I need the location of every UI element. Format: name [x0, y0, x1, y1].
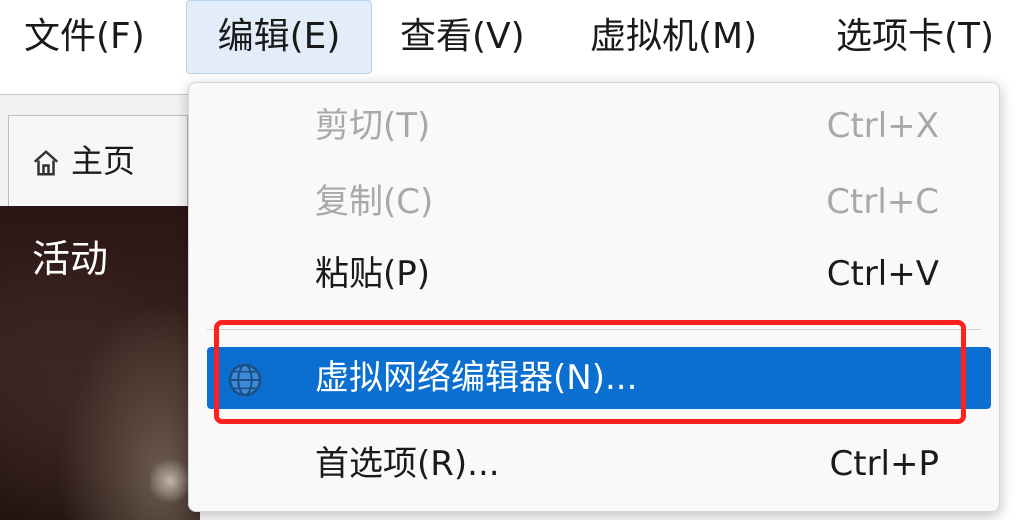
tab-home-label: 主页	[71, 142, 136, 180]
cut-label: 剪切(T)	[315, 106, 431, 146]
activity-label: 活动	[32, 237, 109, 281]
menu-tabs[interactable]: 选项卡(T)	[836, 0, 994, 74]
tab-strip: 主页	[0, 94, 200, 207]
copy-label: 复制(C)	[315, 182, 434, 222]
menu-bar: 文件(F) 编辑(E) 查看(V) 虚拟机(M) 选项卡(T)	[0, 0, 1024, 80]
copy-shortcut: Ctrl+C	[826, 182, 939, 222]
preferences-shortcut: Ctrl+P	[829, 444, 940, 484]
menu-item-preferences[interactable]: 首选项(R)... Ctrl+P	[189, 429, 999, 499]
menu-item-paste[interactable]: 粘贴(P) Ctrl+V	[189, 239, 999, 309]
paste-shortcut: Ctrl+V	[826, 254, 939, 294]
edit-menu-dropdown: 剪切(T) Ctrl+X 复制(C) Ctrl+C 粘贴(P) Ctrl+V 虚…	[188, 82, 1000, 512]
background-decoration	[150, 456, 190, 506]
left-panel: 主页 活动	[0, 80, 200, 520]
menu-file[interactable]: 文件(F)	[24, 0, 145, 74]
menu-item-cut[interactable]: 剪切(T) Ctrl+X	[189, 91, 999, 161]
menu-view[interactable]: 查看(V)	[400, 0, 525, 74]
menu-item-copy[interactable]: 复制(C) Ctrl+C	[189, 167, 999, 237]
home-icon	[33, 150, 59, 176]
menu-edit[interactable]: 编辑(E)	[186, 0, 372, 74]
activity-background: 活动	[0, 206, 200, 520]
cut-shortcut: Ctrl+X	[826, 106, 939, 146]
paste-label: 粘贴(P)	[315, 254, 431, 294]
tab-home[interactable]: 主页	[8, 115, 188, 207]
annotation-highlight-box	[214, 320, 966, 424]
preferences-label: 首选项(R)...	[315, 444, 500, 484]
menu-vm[interactable]: 虚拟机(M)	[590, 0, 757, 74]
